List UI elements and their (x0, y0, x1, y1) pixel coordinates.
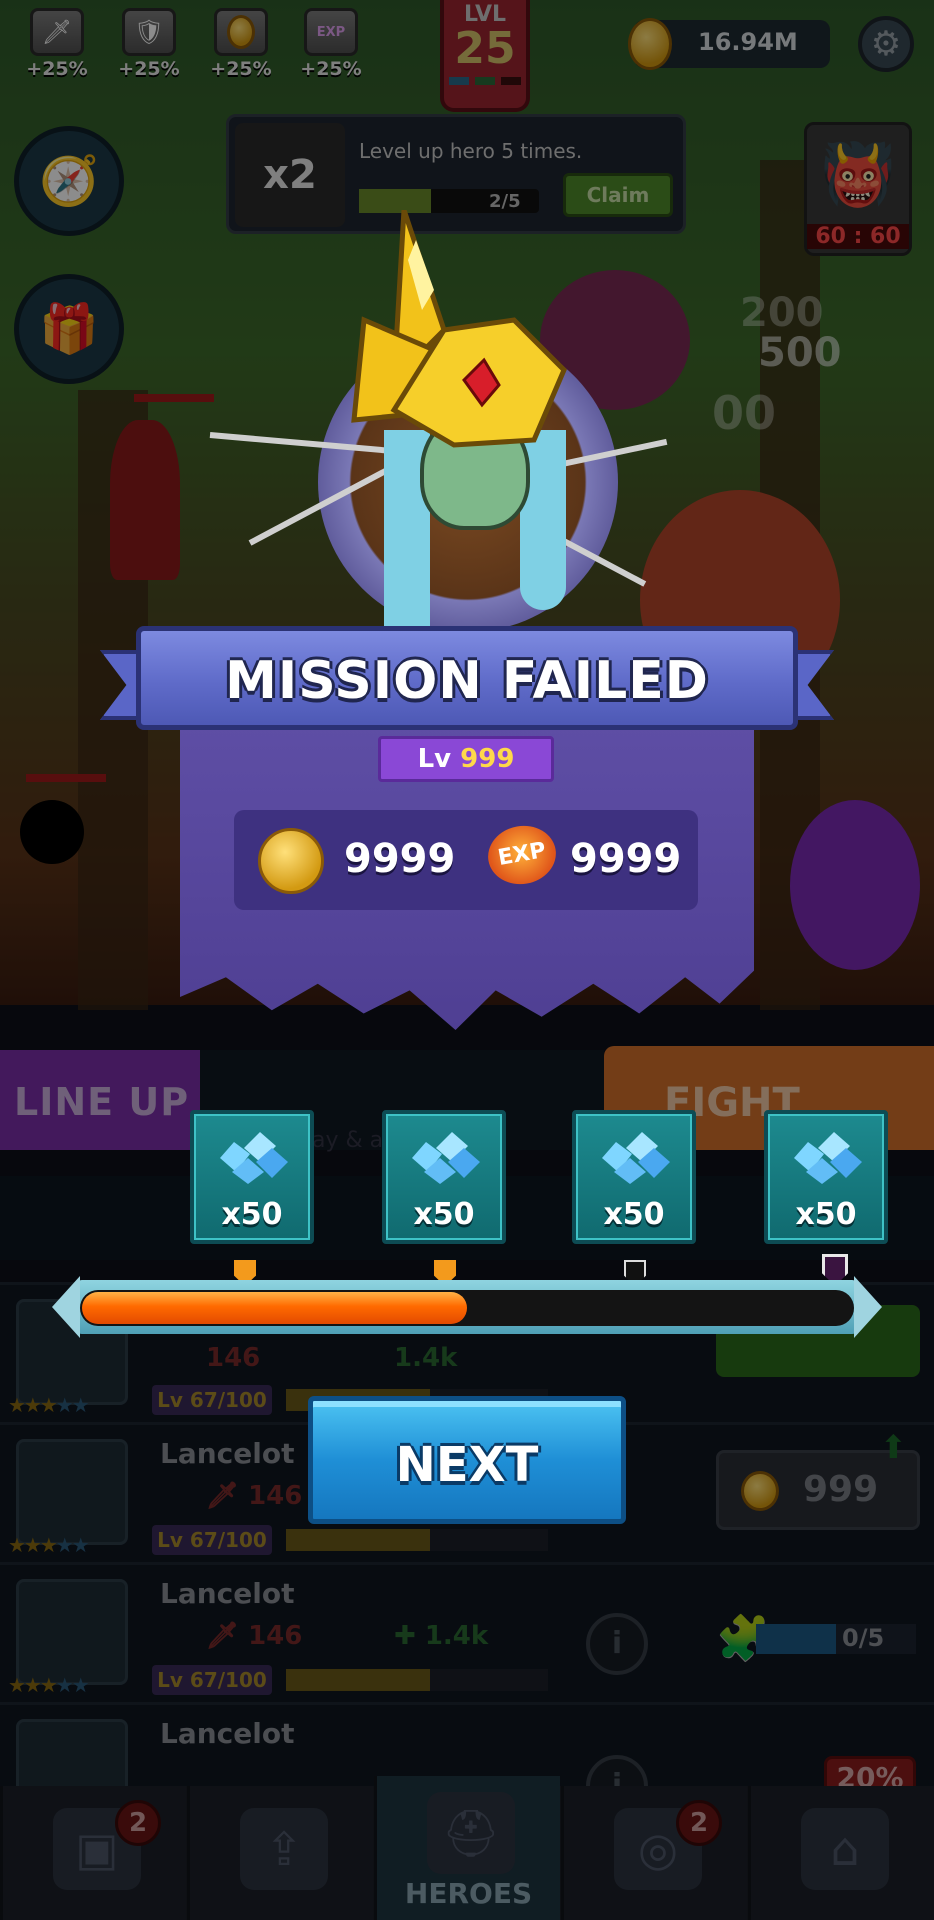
next-button[interactable]: NEXT (308, 1396, 626, 1524)
gem-amount: x50 (603, 1197, 665, 1232)
exp-reward: 9999 (570, 836, 682, 882)
next-button-label: NEXT (395, 1437, 539, 1493)
gem-cluster-icon (220, 1132, 288, 1184)
stage-level-tag: Lv 999 (378, 736, 554, 782)
progress-tip-left (52, 1276, 80, 1338)
coin-reward: 9999 (344, 836, 456, 882)
gem-reward-box[interactable]: x50 (572, 1110, 696, 1244)
gem-amount: x50 (795, 1197, 857, 1232)
gem-cluster-icon (412, 1132, 480, 1184)
crown-icon (351, 210, 567, 448)
progress-fill (82, 1292, 467, 1324)
skull-coin-icon (258, 828, 324, 894)
gem-amount: x50 (413, 1197, 475, 1232)
ribbon-main: MISSION FAILED (136, 626, 798, 730)
gem-amount: x50 (221, 1197, 283, 1232)
gem-cluster-icon (602, 1132, 670, 1184)
title-ribbon: MISSION FAILED (100, 626, 834, 730)
progress-tip-right (854, 1276, 882, 1338)
level-value: 999 (460, 744, 515, 774)
gem-cluster-icon (794, 1132, 862, 1184)
gem-reward-box[interactable]: x50 (190, 1110, 314, 1244)
reward-summary: 9999 EXP 9999 (234, 810, 698, 910)
result-title: MISSION FAILED (225, 651, 709, 711)
level-prefix: Lv (417, 744, 452, 774)
gem-reward-box[interactable]: x50 (764, 1110, 888, 1244)
gem-reward-box[interactable]: x50 (382, 1110, 506, 1244)
reward-progress-bar (52, 1268, 882, 1346)
exp-medal-icon: EXP (483, 820, 561, 890)
